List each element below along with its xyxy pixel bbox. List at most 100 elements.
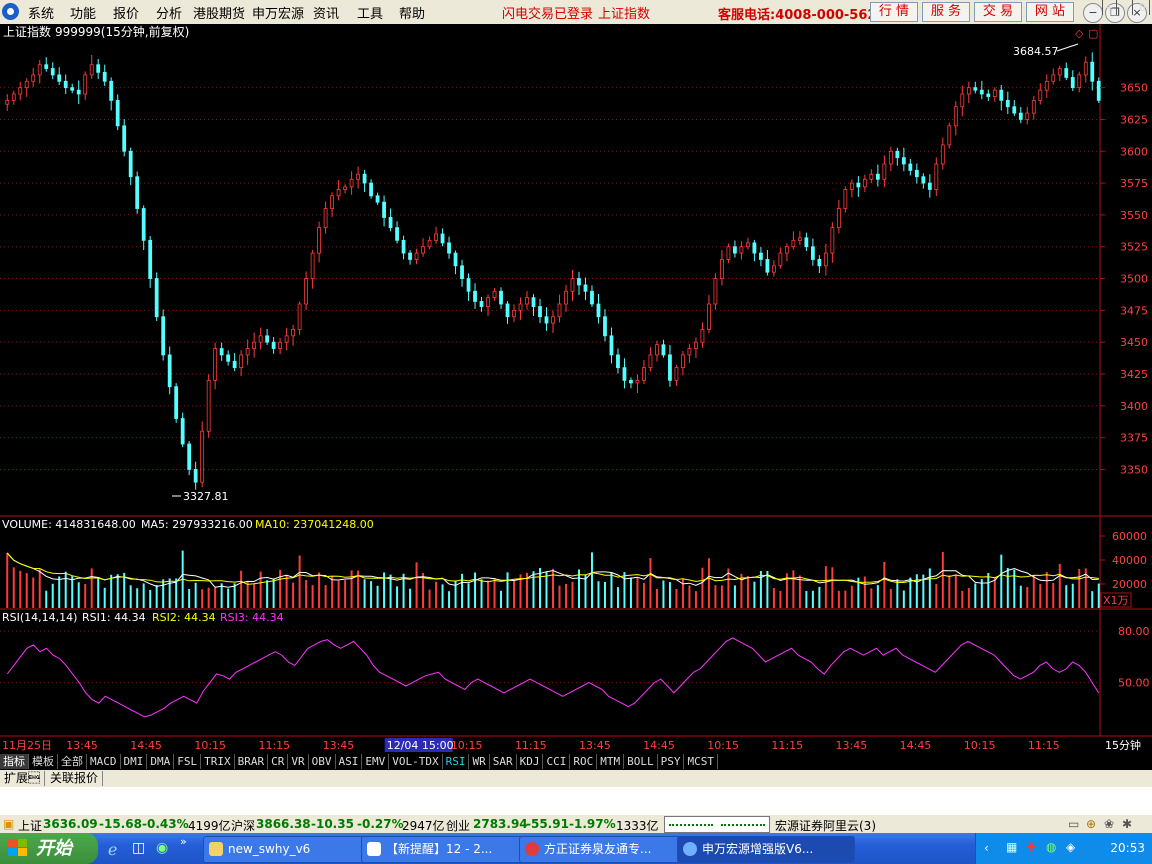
menu-quote[interactable]: 报价 [113,3,139,22]
tray-shield-icon[interactable]: ◍ [1046,840,1056,854]
high-annotation: 3684.57 [1013,45,1059,58]
menu-function[interactable]: 功能 [70,3,96,22]
minimize-icon[interactable]: − [1083,3,1103,23]
notice-icon[interactable]: ▣ [3,817,14,831]
indicator-tab[interactable]: CCI [543,754,571,769]
service-button[interactable]: 服 务 [922,2,970,22]
zoom-out-button[interactable]: - [1119,0,1133,15]
market-breadth-bars [664,816,770,833]
panel-icon[interactable]: ▭ [1068,817,1079,831]
candle-body [979,89,984,95]
indicator-tab[interactable]: VR [288,754,309,769]
indicator-tab[interactable]: VOL-TDX [389,754,443,769]
menu-analysis[interactable]: 分析 [156,3,182,22]
tab-related-quote[interactable]: 关联报价 [46,771,104,786]
candle-body [746,242,750,248]
cy-amount: 1333亿 [616,819,659,833]
app-logo-icon[interactable] [2,3,19,20]
indicator-tab[interactable]: RSI [443,754,470,769]
menu-news[interactable]: 资讯 [313,3,339,22]
ie-icon[interactable]: ℯ [108,840,117,859]
tab-extend[interactable]: 扩展 [0,771,46,786]
candle-body [245,348,250,356]
candle-body [1038,89,1043,101]
candle-body [434,233,438,241]
candle-body [544,316,549,324]
candle-body [888,150,893,165]
indicator-tab[interactable]: CR [268,754,289,769]
lock-icon[interactable]: ⊕ [1086,817,1096,831]
server-status[interactable]: 宏源证券阿里云(3) [775,817,876,834]
window-toggle-icon[interactable]: ▢ [1088,27,1098,40]
diamond-icon[interactable]: ◇ [1075,27,1084,40]
indicator-tab[interactable]: OBV [309,754,336,769]
candle-body [5,99,10,105]
kline-chart[interactable]: 20000 40000 60000 50.00 80.00 3350 3375 3400 3… [0,24,1152,754]
task-swhy[interactable]: 申万宏源增强版V6... [677,836,855,863]
tray-cross-icon[interactable]: ✚ [1026,840,1036,854]
settings-icon[interactable]: ✱ [1122,817,1132,831]
candle-body [687,348,692,356]
indicator-tab[interactable]: KDJ [517,754,544,769]
candle-body [992,89,997,97]
indicator-tab[interactable]: SAR [490,754,517,769]
tray-volume-icon[interactable]: ◈ [1066,840,1075,854]
indicator-tab[interactable]: BRAR [235,754,269,769]
indicator-tab[interactable]: BOLL [624,754,658,769]
candle-body [947,125,952,146]
reset-button[interactable]: 0 [1136,0,1150,15]
menu-hk-futures[interactable]: 港股期货 [193,3,245,22]
indicator-tab[interactable]: ASI [336,754,363,769]
menu-swhy[interactable]: 申万宏源 [252,3,304,22]
candle-body [180,418,185,445]
indicator-tab[interactable]: DMI [121,754,148,769]
task-founder[interactable]: 方正证券泉友通专... [519,836,697,863]
candle-body [1012,106,1017,114]
indicator-tab[interactable]: 全部 [58,754,87,769]
tray-expand-icon[interactable]: ‹ [984,841,989,855]
period-label[interactable]: 15分钟 [1105,738,1141,752]
signal-icon[interactable]: ❀ [1104,817,1114,831]
index-link[interactable]: 上证指数 [598,3,650,22]
indicator-tab[interactable]: MTM [597,754,625,769]
indicator-tab[interactable]: WR [469,754,490,769]
tray-app-icon[interactable]: ▦ [1006,840,1017,854]
indicator-tab[interactable]: TRIX [201,754,235,769]
menu-help[interactable]: 帮助 [399,3,425,22]
chart-title: 上证指数 [3,24,51,39]
trade-button[interactable]: 交 易 [974,2,1022,22]
time-tick-label: 13:45 [323,739,355,752]
task-folder[interactable]: new_swhy_v6 [203,836,381,863]
start-button[interactable]: 开始 [0,833,98,864]
sh-change: -15.68 [99,817,142,831]
task-reminder[interactable]: 【新提醒】12 - 2... [361,836,539,863]
indicator-tab[interactable]: MCST [684,754,718,769]
candle-body [1018,112,1023,120]
indicator-tab[interactable]: PSY [658,754,685,769]
menu-tools[interactable]: 工具 [357,3,383,22]
candle-body [375,195,380,203]
indicator-tab[interactable]: EMV [362,754,390,769]
website-button[interactable]: 网 站 [1026,2,1074,22]
candle-body [901,157,906,165]
indicator-tab[interactable]: 指标 [0,754,29,769]
menu-system[interactable]: 系统 [28,3,54,22]
indicator-tab[interactable]: 模板 [29,754,58,769]
indicator-tab[interactable]: MACD [87,754,121,769]
candle-body [278,341,283,349]
candle-body [953,106,958,127]
indicator-tab[interactable]: ROC [570,754,598,769]
indicator-tab[interactable]: DMA [147,754,175,769]
candle-body [603,316,607,337]
desktop-icon[interactable]: ◫ [132,840,145,856]
quote-button[interactable]: 行 情 [870,2,918,22]
zoom-in-button[interactable]: + [1102,0,1117,15]
candle-body [460,265,464,279]
candle-body [492,290,497,299]
candle-body [154,278,159,318]
candle-body [531,297,536,307]
indicator-tab[interactable]: FSL [174,754,202,769]
browser-icon[interactable]: ◉ [156,840,168,856]
candle-body [24,80,29,89]
quicklaunch-more-icon[interactable]: » [180,835,187,848]
